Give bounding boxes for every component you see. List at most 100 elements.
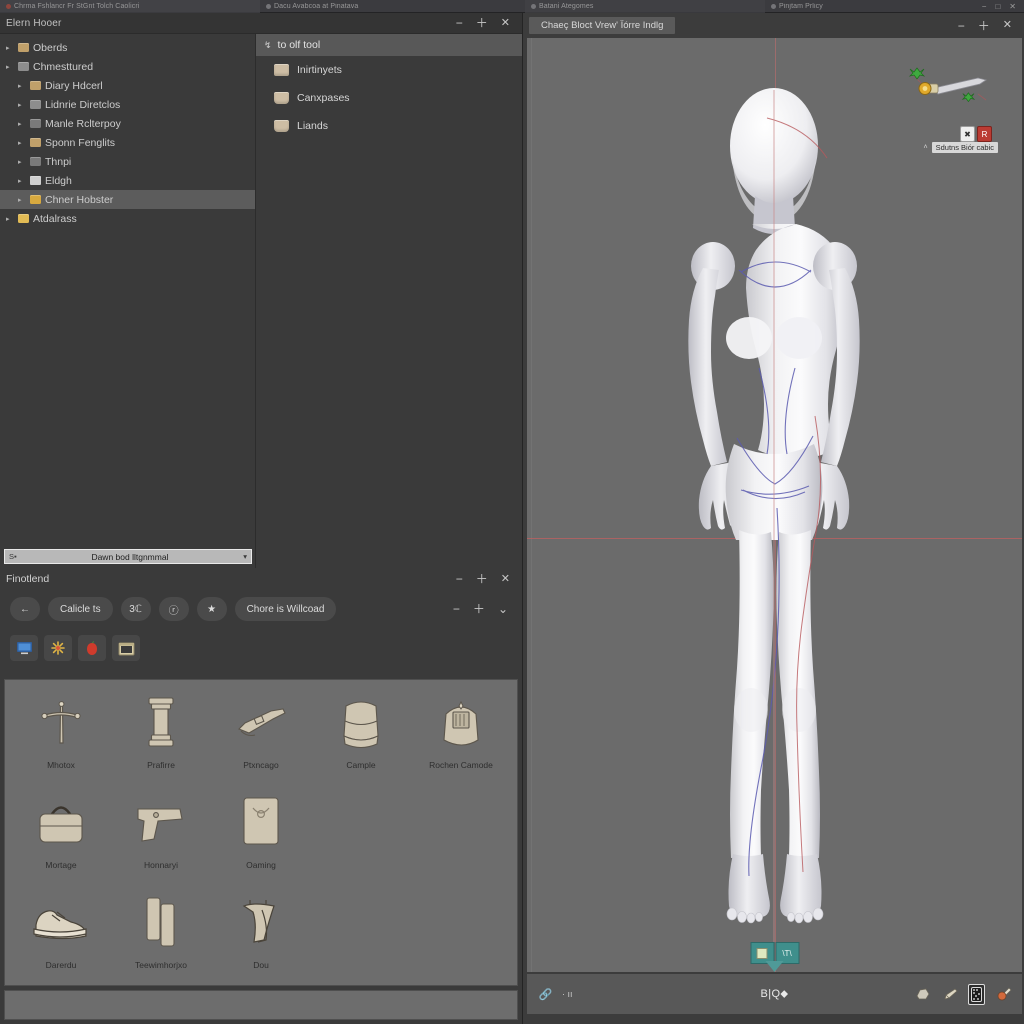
- tree-item-atdalrass[interactable]: ▸ Atdalrass: [0, 209, 255, 228]
- browser-tab-2[interactable]: Dacu Avabcoa at Pinatava: [260, 0, 525, 13]
- browser-tabstrip: Chrma Fshlancr Fr StGnt Tolch Caolicri D…: [0, 0, 1024, 13]
- folder-icon: [30, 100, 41, 109]
- tree-item-thnpi[interactable]: ▸ Thnpi: [0, 152, 255, 171]
- asset-browser-close-button[interactable]: ✕: [501, 573, 510, 585]
- viewport-maximize-button[interactable]: ＋: [978, 20, 990, 32]
- chevron-right-icon[interactable]: ▸: [18, 177, 26, 185]
- asset-item-mortage[interactable]: Mortage: [11, 790, 111, 890]
- chevron-down-icon[interactable]: ▾: [243, 552, 247, 561]
- drop-widget[interactable]: \T\: [750, 942, 799, 972]
- file-list-column-label: to olf tool: [277, 39, 321, 51]
- os-minimize-button[interactable]: −: [982, 2, 987, 11]
- viewport-canvas[interactable]: ✖ R ˄ Sdutns Biór cabic \T\: [527, 38, 1022, 972]
- tree-item-sponn-fenglits[interactable]: ▸ Sponn Fenglits: [0, 133, 255, 152]
- 3d-toggle-button[interactable]: 3ℂ: [120, 597, 151, 621]
- os-maximize-button[interactable]: □: [995, 2, 1000, 11]
- tree-item-eldgh[interactable]: ▸ Eldgh: [0, 171, 255, 190]
- column-icon: [130, 690, 192, 756]
- browser-tab-1[interactable]: Chrma Fshlancr Fr StGnt Tolch Caolicri: [0, 0, 260, 13]
- file-browser-titlebar: Elern Hooer − ＋ ✕: [0, 13, 522, 34]
- asset-grid[interactable]: Mhotox Prafirre Ptxncago Cample Rochen C…: [4, 679, 518, 986]
- tree-item-chmesttured[interactable]: ▸ Chmesttured: [0, 57, 255, 76]
- asset-toolbar-minimize-button[interactable]: −: [453, 603, 460, 615]
- chevron-right-icon[interactable]: ▸: [6, 44, 14, 52]
- asset-browser-maximize-button[interactable]: ＋: [476, 573, 488, 585]
- browser-tab-3-label: Batani Ategomes: [539, 2, 594, 10]
- tree-item-chner-hobster[interactable]: ▸ Chner Hobster: [0, 190, 255, 209]
- backpack-icon: [330, 690, 392, 756]
- chevron-right-icon[interactable]: ▸: [18, 139, 26, 147]
- tree-item-diary-hdcerl[interactable]: ▸ Diary Hdcerl: [0, 76, 255, 95]
- asset-item-rochen-camode[interactable]: Rochen Camode: [411, 690, 511, 790]
- tree-item-manle-rclterpoy[interactable]: ▸ Manle Rclterpoy: [0, 114, 255, 133]
- link-icon[interactable]: 🔗: [537, 986, 554, 1003]
- file-list-item-canxpases[interactable]: Canxpases: [256, 84, 522, 112]
- asset-grid-empty-2: [411, 790, 511, 890]
- back-arrow-icon[interactable]: ←: [10, 597, 40, 621]
- os-close-button[interactable]: ✕: [1009, 2, 1016, 11]
- chevron-down-icon[interactable]: ⌄: [498, 603, 508, 615]
- asset-browser-minimize-button[interactable]: −: [456, 573, 463, 585]
- asset-item-oaming[interactable]: Oaming: [211, 790, 311, 890]
- choice-wildcard-button[interactable]: Chore is Willcoad: [234, 597, 337, 621]
- file-list-item-liands[interactable]: Liands: [256, 112, 522, 140]
- asset-item-cample[interactable]: Cample: [311, 690, 411, 790]
- tree-item-oberds[interactable]: ▸ Oberds: [0, 38, 255, 57]
- file-browser-window-controls: − ＋ ✕: [456, 17, 516, 29]
- asset-item-mhotox[interactable]: Mhotox: [11, 690, 111, 790]
- asset-item-label: Oaming: [246, 860, 276, 870]
- asset-item-dou[interactable]: Dou: [211, 890, 311, 990]
- file-browser-minimize-button[interactable]: −: [456, 17, 463, 29]
- collections-button[interactable]: Calicle ts: [48, 597, 113, 621]
- browser-tab-4[interactable]: Pinjtam Prlicy: [765, 0, 945, 13]
- chevron-right-icon[interactable]: ▸: [18, 82, 26, 90]
- asset-item-teewimhorjxo[interactable]: Teewimhorjxo: [111, 890, 211, 990]
- tool-icon: [230, 690, 292, 756]
- asset-item-honnaryi[interactable]: Honnaryi: [111, 790, 211, 890]
- viewport-close-button[interactable]: ✕: [1003, 20, 1012, 31]
- tree-item-lidnrie-diretclos[interactable]: ▸ Lidnrie Diretclos: [0, 95, 255, 114]
- file-list-item-label: Inirtinyets: [297, 64, 342, 76]
- viewport-minimize-button[interactable]: −: [958, 20, 965, 32]
- file-browser-maximize-button[interactable]: ＋: [476, 17, 488, 29]
- apple-icon[interactable]: [78, 635, 106, 661]
- boots-icon: [230, 890, 292, 956]
- sparkle-icon[interactable]: [44, 635, 72, 661]
- rock-icon[interactable]: [914, 986, 931, 1003]
- file-list-item-inirtinyets[interactable]: Inirtinyets: [256, 56, 522, 84]
- asset-item-ptxncago[interactable]: Ptxncago: [211, 690, 311, 790]
- chevron-right-icon[interactable]: ▸: [18, 101, 26, 109]
- chevron-right-icon[interactable]: ▸: [6, 215, 14, 223]
- file-browser-title: Elern Hooer: [6, 17, 62, 29]
- chevron-right-icon[interactable]: ▸: [18, 120, 26, 128]
- monitor-icon[interactable]: [10, 635, 38, 661]
- filename-input[interactable]: S▪ Dawn bod lltgnmmal ▾: [4, 549, 252, 564]
- asset-item-prafirre[interactable]: Prafirre: [111, 690, 211, 790]
- viewport-tab[interactable]: Chaeç Bloct Vrew' Ïórre Indlg: [529, 17, 676, 34]
- gizmo-badges[interactable]: ✖ R: [960, 126, 992, 142]
- filter-button[interactable]: ⓡ: [158, 597, 189, 621]
- file-browser-tree[interactable]: ▸ Oberds ▸ Chmesttured ▸ Diary Hdcerl ▸ …: [0, 34, 256, 568]
- browser-tab-3[interactable]: Batani Ategomes: [525, 0, 765, 13]
- gizmo-badge-cut[interactable]: ✖: [960, 126, 975, 142]
- favorites-button[interactable]: ★: [196, 597, 227, 621]
- asset-app-icon-row: [0, 628, 522, 668]
- asset-item-darerdu[interactable]: Darerdu: [11, 890, 111, 990]
- window-icon[interactable]: [112, 635, 140, 661]
- character-mesh[interactable]: [527, 38, 1022, 972]
- asset-toolbar-maximize-button[interactable]: ＋: [473, 603, 485, 615]
- asset-browser-statusbar: [4, 990, 518, 1020]
- dagger-gizmo[interactable]: [908, 66, 994, 114]
- folder-icon: [30, 138, 41, 147]
- gizmo-badge-record[interactable]: R: [977, 126, 992, 142]
- color-picker-icon[interactable]: [995, 986, 1012, 1003]
- chevron-right-icon[interactable]: ▸: [6, 63, 14, 71]
- chevron-right-icon[interactable]: ▸: [18, 158, 26, 166]
- file-list-column-header[interactable]: ↯ to olf tool: [256, 34, 522, 56]
- phone-icon[interactable]: [968, 983, 985, 1005]
- sort-arrow-icon[interactable]: ↯: [264, 40, 272, 51]
- file-browser-close-button[interactable]: ✕: [501, 17, 510, 29]
- app-root: Chrma Fshlancr Fr StGnt Tolch Caolicri D…: [0, 0, 1024, 1024]
- chevron-right-icon[interactable]: ▸: [18, 196, 26, 204]
- brush-icon[interactable]: [941, 986, 958, 1003]
